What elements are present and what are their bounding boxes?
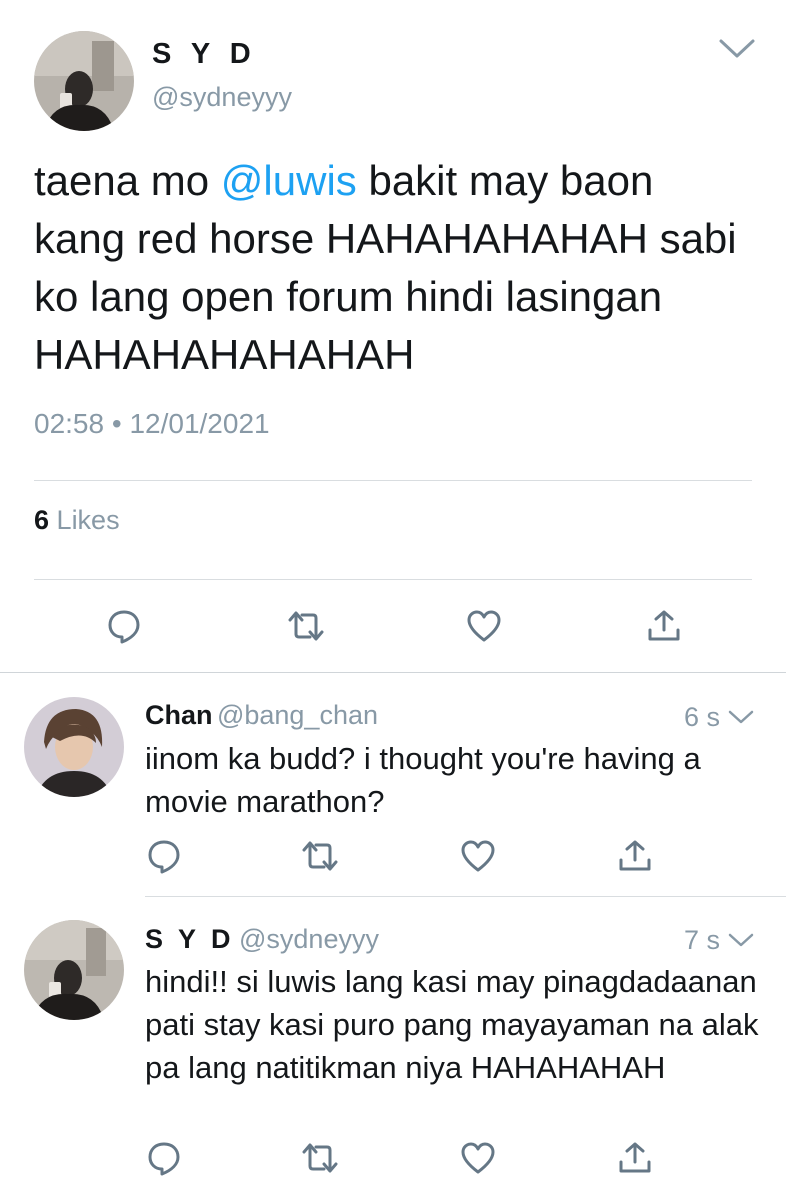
avatar[interactable] <box>24 920 124 1020</box>
tweet-text: taena mo @luwis bakit may baon kang red … <box>34 152 754 384</box>
tweet-timestamp: 02:58 • 12/01/2021 <box>34 408 270 440</box>
reply-text: iinom ka budd? i thought you're having a… <box>145 741 701 819</box>
reply-icon[interactable] <box>106 608 142 644</box>
tweet-date: 12/01/2021 <box>129 408 270 439</box>
tweet-text-part: taena mo <box>34 157 221 204</box>
heart-icon[interactable] <box>460 838 496 874</box>
reply-icon[interactable] <box>146 838 182 874</box>
heart-icon[interactable] <box>460 1140 496 1176</box>
author-name[interactable]: S Y D <box>152 38 257 71</box>
tweet-time: 02:58 <box>34 408 105 439</box>
retweet-icon[interactable] <box>300 838 338 874</box>
reply-author-handle[interactable]: @bang_chan <box>217 700 378 730</box>
reply-author-name[interactable]: Chan <box>145 700 213 730</box>
likes-label: Likes <box>56 505 120 535</box>
retweet-icon[interactable] <box>300 1140 338 1176</box>
avatar[interactable] <box>24 697 124 797</box>
divider <box>145 896 786 897</box>
reply-header: Chan @bang_chan <box>145 700 378 731</box>
chevron-down-icon[interactable] <box>718 38 756 60</box>
likes-count[interactable]: 6 Likes <box>34 505 120 536</box>
reply-author-handle[interactable]: @sydneyyy <box>239 924 379 954</box>
reply-header: S Y D @sydneyyy <box>145 924 379 955</box>
retweet-icon[interactable] <box>286 608 324 644</box>
avatar[interactable] <box>34 31 134 131</box>
heart-icon[interactable] <box>466 608 502 644</box>
reply-time: 6 s <box>683 702 720 732</box>
reply-icon[interactable] <box>146 1140 182 1176</box>
divider <box>34 480 752 481</box>
reply-text: hindi!! si luwis lang kasi may pinagdada… <box>145 964 759 1085</box>
likes-number: 6 <box>34 505 50 535</box>
chevron-down-icon[interactable] <box>727 932 755 948</box>
share-icon[interactable] <box>617 838 653 874</box>
chevron-down-icon[interactable] <box>727 709 755 725</box>
reply-time: 7 s <box>683 925 720 955</box>
mention-link[interactable]: @luwis <box>221 157 357 204</box>
reply-author-name[interactable]: S Y D <box>145 924 235 954</box>
share-icon[interactable] <box>617 1140 653 1176</box>
divider <box>34 579 752 580</box>
divider <box>0 672 786 673</box>
author-handle[interactable]: @sydneyyy <box>152 82 292 113</box>
time-separator: • <box>111 408 122 439</box>
share-icon[interactable] <box>646 608 682 644</box>
